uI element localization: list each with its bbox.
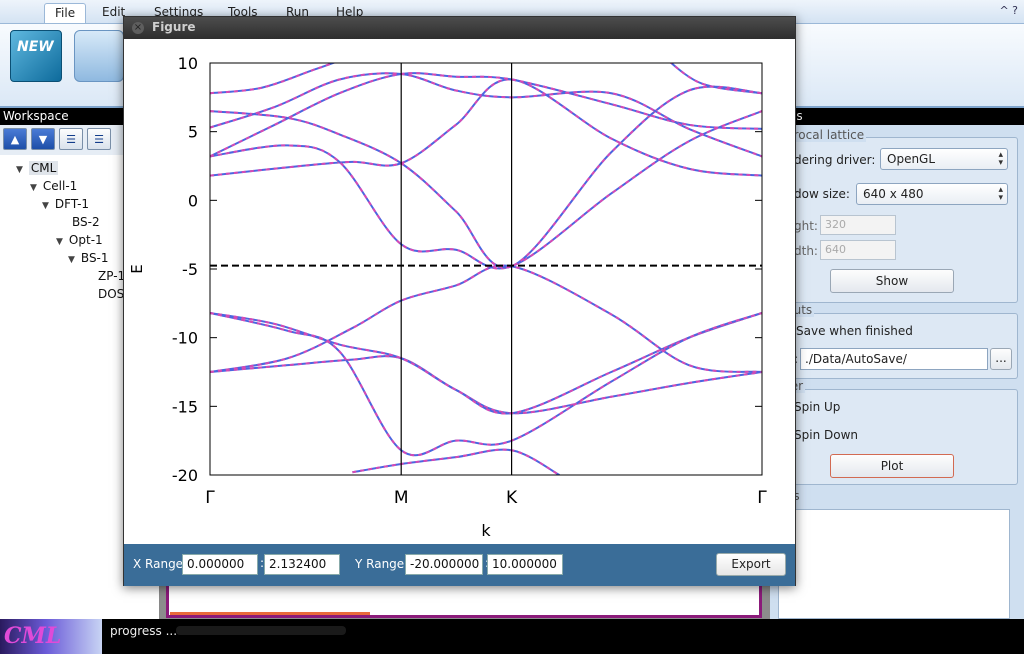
x-max-input[interactable]: 2.132400 xyxy=(264,554,340,575)
cml-logo: CML xyxy=(0,619,102,654)
close-icon[interactable]: × xyxy=(132,22,144,34)
x-axis-label: k xyxy=(481,521,491,540)
y-tick-label: -5 xyxy=(182,260,198,279)
tree-item-bs-1[interactable]: ▼ BS-1 xyxy=(68,251,109,265)
y-tick-label: -20 xyxy=(172,466,198,485)
expand-arrow-icon[interactable]: ▼ xyxy=(56,237,63,247)
expand-arrow-icon[interactable]: ▼ xyxy=(16,165,23,175)
tree-item-cml[interactable]: ▼ CML xyxy=(16,161,59,175)
spin-up-option[interactable]: Spin Up xyxy=(794,400,840,414)
y-tick-label: 5 xyxy=(188,123,198,142)
x-tick-label: M xyxy=(394,488,409,508)
y-max-input[interactable]: 10.000000 xyxy=(487,554,563,575)
status-bar: CML progress ... xyxy=(0,619,1024,654)
notes-textarea[interactable] xyxy=(778,509,1010,619)
properties-panel: rties procal lattice dering driver: Open… xyxy=(770,109,1024,619)
expand-arrow-icon[interactable]: ▼ xyxy=(68,255,75,265)
properties-title: rties xyxy=(770,109,1024,125)
y-min-input[interactable]: -20.000000 xyxy=(405,554,483,575)
x-tick-label: K xyxy=(506,488,518,508)
x-min-input[interactable]: 0.000000 xyxy=(182,554,258,575)
y-tick-label: 10 xyxy=(178,54,198,73)
open-folder-button[interactable] xyxy=(74,30,124,82)
export-button[interactable]: Export xyxy=(716,553,786,576)
x-tick-label: Γ xyxy=(757,488,767,508)
height-field[interactable]: 320 xyxy=(820,215,896,235)
window-size-label: dow size: xyxy=(794,187,850,201)
x-range-label: X Range: xyxy=(133,557,188,571)
y-axis-label: E xyxy=(128,264,146,273)
reciprocal-lattice-title: procal lattice xyxy=(784,128,867,142)
figure-titlebar[interactable]: × Figure xyxy=(124,17,795,39)
figure-controls: X Range: 0.000000 : 2.132400 Y Range: -2… xyxy=(124,544,795,586)
updown-icon: ▴ ▾ xyxy=(998,185,1003,203)
spin-down-option[interactable]: Spin Down xyxy=(794,428,858,442)
autosave-path-input[interactable]: ./Data/AutoSave/ xyxy=(800,348,988,370)
x-tick-label: Γ xyxy=(205,488,215,508)
save-when-finished-checkbox[interactable]: Save when finished xyxy=(796,324,913,338)
arrow-down-icon[interactable]: ▼ xyxy=(31,128,55,150)
show-button[interactable]: Show xyxy=(830,269,954,293)
height-label: ght: xyxy=(794,219,818,233)
window-controls[interactable]: ^ ? xyxy=(999,4,1018,17)
rendering-driver-label: dering driver: xyxy=(794,153,876,167)
tree-item-dft-1[interactable]: ▼ DFT-1 xyxy=(42,197,89,211)
rendering-driver-select[interactable]: OpenGL ▴ ▾ xyxy=(880,148,1008,170)
updown-icon: ▴ ▾ xyxy=(998,150,1003,168)
width-label: dth: xyxy=(794,244,818,258)
tree-item-zp-1[interactable]: ZP-1 xyxy=(98,269,125,283)
tree-item-cell-1[interactable]: ▼ Cell-1 xyxy=(30,179,77,193)
band-structure-plot: 10 5 0 -5 -10 -15 -20 Γ M K Γ E k xyxy=(128,54,767,540)
progress-bar xyxy=(176,626,346,635)
plot-button[interactable]: Plot xyxy=(830,454,954,478)
window-size-select[interactable]: 640 x 480 ▴ ▾ xyxy=(856,183,1008,205)
menu-file[interactable]: File xyxy=(44,3,87,23)
width-field[interactable]: 640 xyxy=(820,240,896,260)
y-tick-label: -10 xyxy=(172,329,198,348)
progress-label: progress ... xyxy=(110,624,178,638)
expand-arrow-icon[interactable]: ▼ xyxy=(30,183,37,193)
list-collapse-icon[interactable]: ☰ xyxy=(87,128,111,150)
x-ticks: ΓMKΓ xyxy=(205,488,767,508)
figure-title: Figure xyxy=(152,20,196,34)
tree-item-dos[interactable]: DOS xyxy=(98,287,124,301)
tree-item-opt-1[interactable]: ▼ Opt-1 xyxy=(56,233,103,247)
y-tick-label: 0 xyxy=(188,191,198,210)
new-file-button[interactable]: NEW xyxy=(10,30,62,82)
arrow-up-icon[interactable]: ▲ xyxy=(3,128,27,150)
tree-item-bs-2[interactable]: BS-2 xyxy=(72,215,100,229)
central-accent xyxy=(170,612,370,615)
y-tick-label: -15 xyxy=(172,397,198,416)
list-expand-icon[interactable]: ☰ xyxy=(59,128,83,150)
figure-window: × Figure 10 5 0 -5 -10 -15 -20 Γ M K Γ E k X Rang… xyxy=(123,16,796,586)
browse-button[interactable]: ... xyxy=(990,348,1012,370)
y-range-label: Y Range: xyxy=(355,557,409,571)
expand-arrow-icon[interactable]: ▼ xyxy=(42,201,49,211)
